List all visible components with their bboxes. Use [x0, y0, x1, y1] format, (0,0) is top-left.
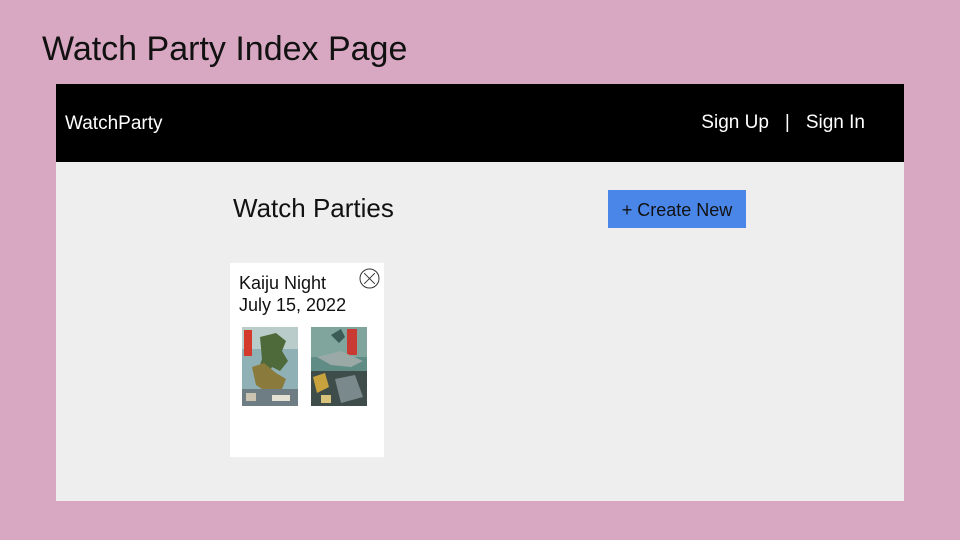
brand-logo[interactable]: WatchParty [65, 113, 163, 135]
navbar: WatchParty Sign Up | Sign In [56, 84, 904, 162]
movie-poster-image[interactable] [242, 327, 298, 406]
watch-party-card[interactable]: Kaiju Night July 15, 2022 [230, 263, 384, 457]
page-title: Watch Parties [233, 193, 394, 223]
nav-separator: | [784, 112, 790, 133]
party-date: July 15, 2022 [239, 295, 347, 315]
nav-links: Sign Up | Sign In [701, 112, 865, 134]
app-window: WatchParty Sign Up | Sign In Watch Parti… [56, 84, 904, 501]
create-new-button[interactable]: + Create New [608, 190, 746, 228]
sign-up-link[interactable]: Sign Up [701, 112, 769, 134]
sign-in-link[interactable]: Sign In [806, 112, 865, 134]
party-title: Kaiju Night [239, 273, 327, 293]
movie-poster-image[interactable] [311, 327, 367, 406]
delete-icon[interactable] [359, 268, 380, 289]
slide-title: Watch Party Index Page [42, 30, 408, 68]
